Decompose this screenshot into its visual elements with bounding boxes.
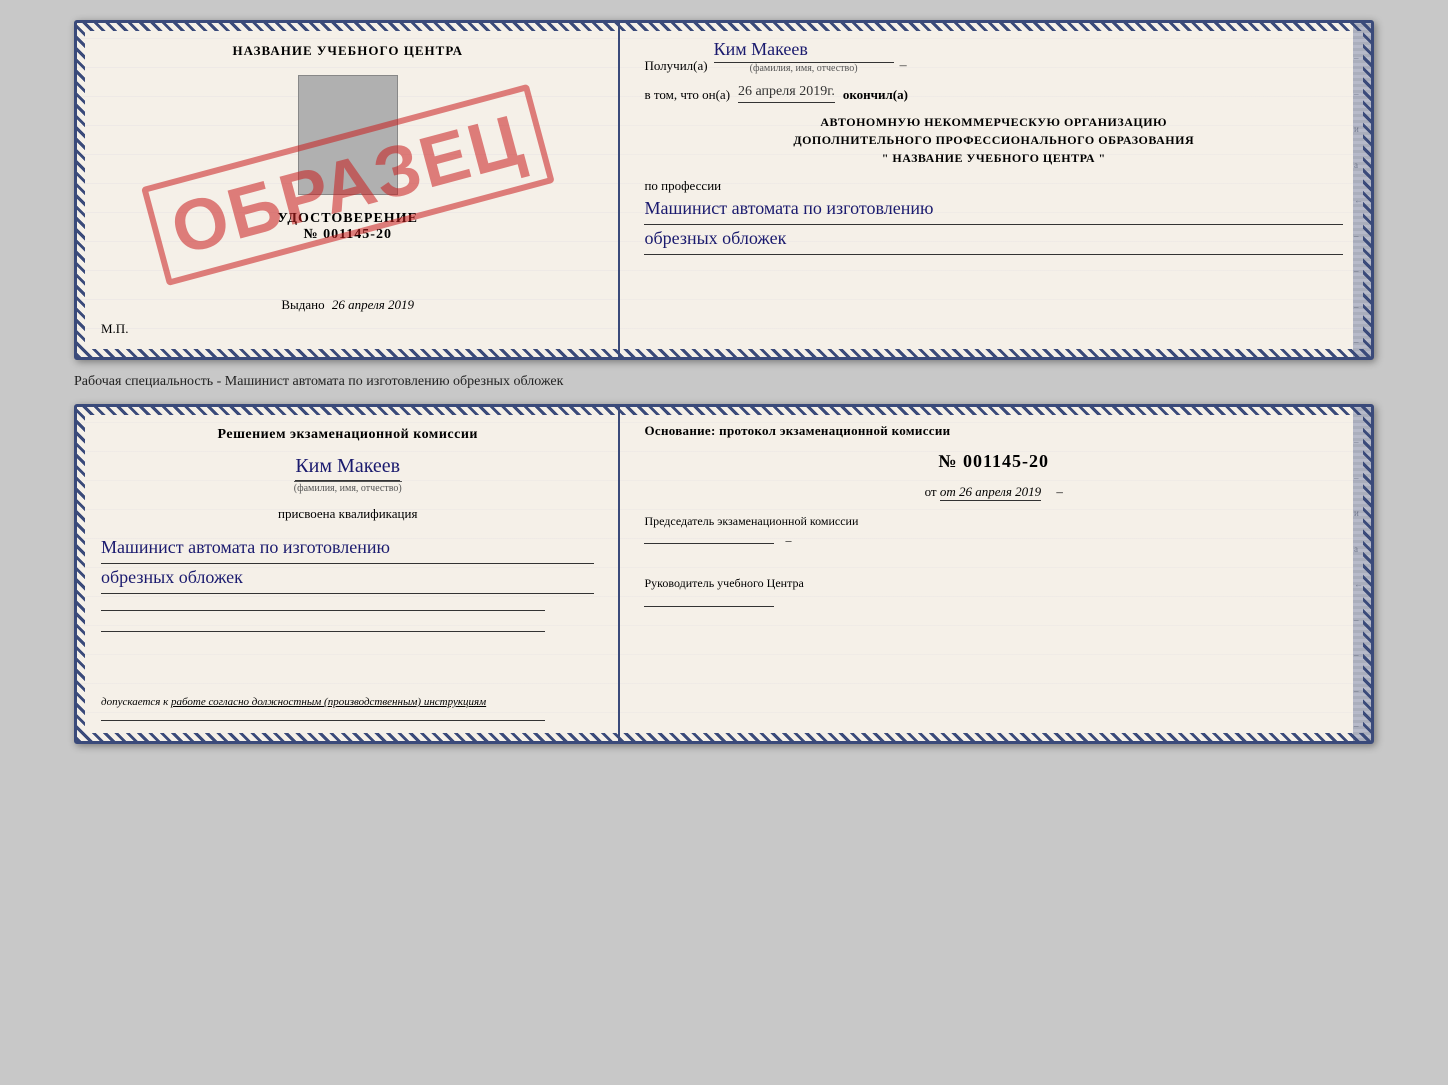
- top-cert-right: Получил(а) Ким Макеев (фамилия, имя, отч…: [620, 23, 1371, 357]
- profession-block: по профессии Машинист автомата по изгото…: [644, 177, 1343, 255]
- assigned-text: присвоена квалификация: [101, 506, 594, 522]
- osnov-text: Основание: протокол экзаменационной коми…: [644, 423, 1343, 439]
- qualification-line1: Машинист автомата по изготовлению: [101, 534, 594, 564]
- mp-label: М.П.: [101, 321, 128, 337]
- qualification-block: Машинист автомата по изготовлению обрезн…: [101, 534, 594, 594]
- org-line2: ДОПОЛНИТЕЛЬНОГО ПРОФЕССИОНАЛЬНОГО ОБРАЗО…: [644, 131, 1343, 149]
- chairman-dash: –: [785, 533, 791, 547]
- person-block: Ким Макеев (фамилия, имя, отчество): [101, 455, 594, 494]
- subtitle-line: Рабочая специальность - Машинист автомат…: [74, 370, 1374, 394]
- udost-number: № 001145-20: [304, 227, 392, 243]
- date-cert-line: в том, что он(а) 26 апреля 2019г. окончи…: [644, 84, 1343, 103]
- director-label: Руководитель учебного Центра: [644, 574, 1343, 593]
- udost-label: УДОСТОВЕРЕНИЕ: [278, 211, 418, 227]
- recipient-sublabel: (фамилия, имя, отчество): [750, 63, 858, 74]
- ot-dash: –: [1056, 484, 1063, 499]
- recipient-name: Ким Макеев: [714, 39, 894, 63]
- recipient-line: Получил(а) Ким Макеев (фамилия, имя, отч…: [644, 39, 1343, 74]
- bottom-cert-right: Основание: протокол экзаменационной коми…: [620, 407, 1371, 741]
- org-line1: АВТОНОМНУЮ НЕКОММЕРЧЕСКУЮ ОРГАНИЗАЦИЮ: [644, 113, 1343, 131]
- chairman-block: Председатель экзаменационной комиссии –: [644, 512, 1343, 550]
- profession-line1: Машинист автомата по изготовлению: [644, 195, 1343, 225]
- issued-line: Выдано 26 апреля 2019: [281, 277, 414, 313]
- recipient-prefix: Получил(а): [644, 58, 707, 74]
- blank-line-1: [101, 610, 545, 611]
- side-pattern-bottom: [1353, 407, 1371, 741]
- director-sig-line: [644, 606, 774, 607]
- bottom-certificate-spread: Решением экзаменационной комиссии Ким Ма…: [74, 404, 1374, 744]
- bottom-cert-left: Решением экзаменационной комиссии Ким Ма…: [77, 407, 620, 741]
- org-name: " НАЗВАНИЕ УЧЕБНОГО ЦЕНТРА ": [644, 149, 1343, 167]
- profession-prefix: по профессии: [644, 178, 721, 193]
- person-name: Ким Макеев: [295, 455, 400, 481]
- photo-placeholder: [298, 75, 398, 195]
- top-certificate-spread: НАЗВАНИЕ УЧЕБНОГО ЦЕНТРА УДОСТОВЕРЕНИЕ №…: [74, 20, 1374, 360]
- school-name-left: НАЗВАНИЕ УЧЕБНОГО ЦЕНТРА: [232, 43, 463, 59]
- qualification-line2: обрезных обложек: [101, 564, 594, 594]
- chairman-sig-line: [644, 543, 774, 544]
- ot-prefix: от: [925, 484, 940, 499]
- org-block: АВТОНОМНУЮ НЕКОММЕРЧЕСКУЮ ОРГАНИЗАЦИЮ ДО…: [644, 113, 1343, 167]
- date-prefix: в том, что он(а): [644, 87, 730, 103]
- chairman-label: Председатель экзаменационной комиссии: [644, 512, 1343, 531]
- dash1: –: [900, 58, 907, 74]
- decision-header: Решением экзаменационной комиссии: [101, 427, 594, 443]
- issued-date: 26 апреля 2019: [332, 297, 414, 312]
- work-prefix: допускается к работе согласно должностны…: [101, 696, 486, 708]
- protokol-number: № 001145-20: [644, 451, 1343, 472]
- ot-line: от от 26 апреля 2019 –: [644, 484, 1343, 500]
- profession-line2: обрезных обложек: [644, 225, 1343, 255]
- date-value: 26 апреля 2019г.: [738, 84, 835, 103]
- side-pattern-top: [1353, 23, 1371, 357]
- fio-sublabel: (фамилия, имя, отчество): [294, 481, 402, 494]
- blank-line-3: [101, 720, 545, 721]
- work-line: допускается к работе согласно должностны…: [101, 676, 594, 708]
- director-block: Руководитель учебного Центра: [644, 574, 1343, 612]
- ot-date: от 26 апреля 2019: [940, 484, 1041, 501]
- blank-line-2: [101, 631, 545, 632]
- top-cert-left: НАЗВАНИЕ УЧЕБНОГО ЦЕНТРА УДОСТОВЕРЕНИЕ №…: [77, 23, 620, 357]
- issued-prefix: Выдано: [281, 297, 324, 312]
- finished-suffix: окончил(а): [843, 87, 908, 103]
- document-wrapper: НАЗВАНИЕ УЧЕБНОГО ЦЕНТРА УДОСТОВЕРЕНИЕ №…: [74, 20, 1374, 744]
